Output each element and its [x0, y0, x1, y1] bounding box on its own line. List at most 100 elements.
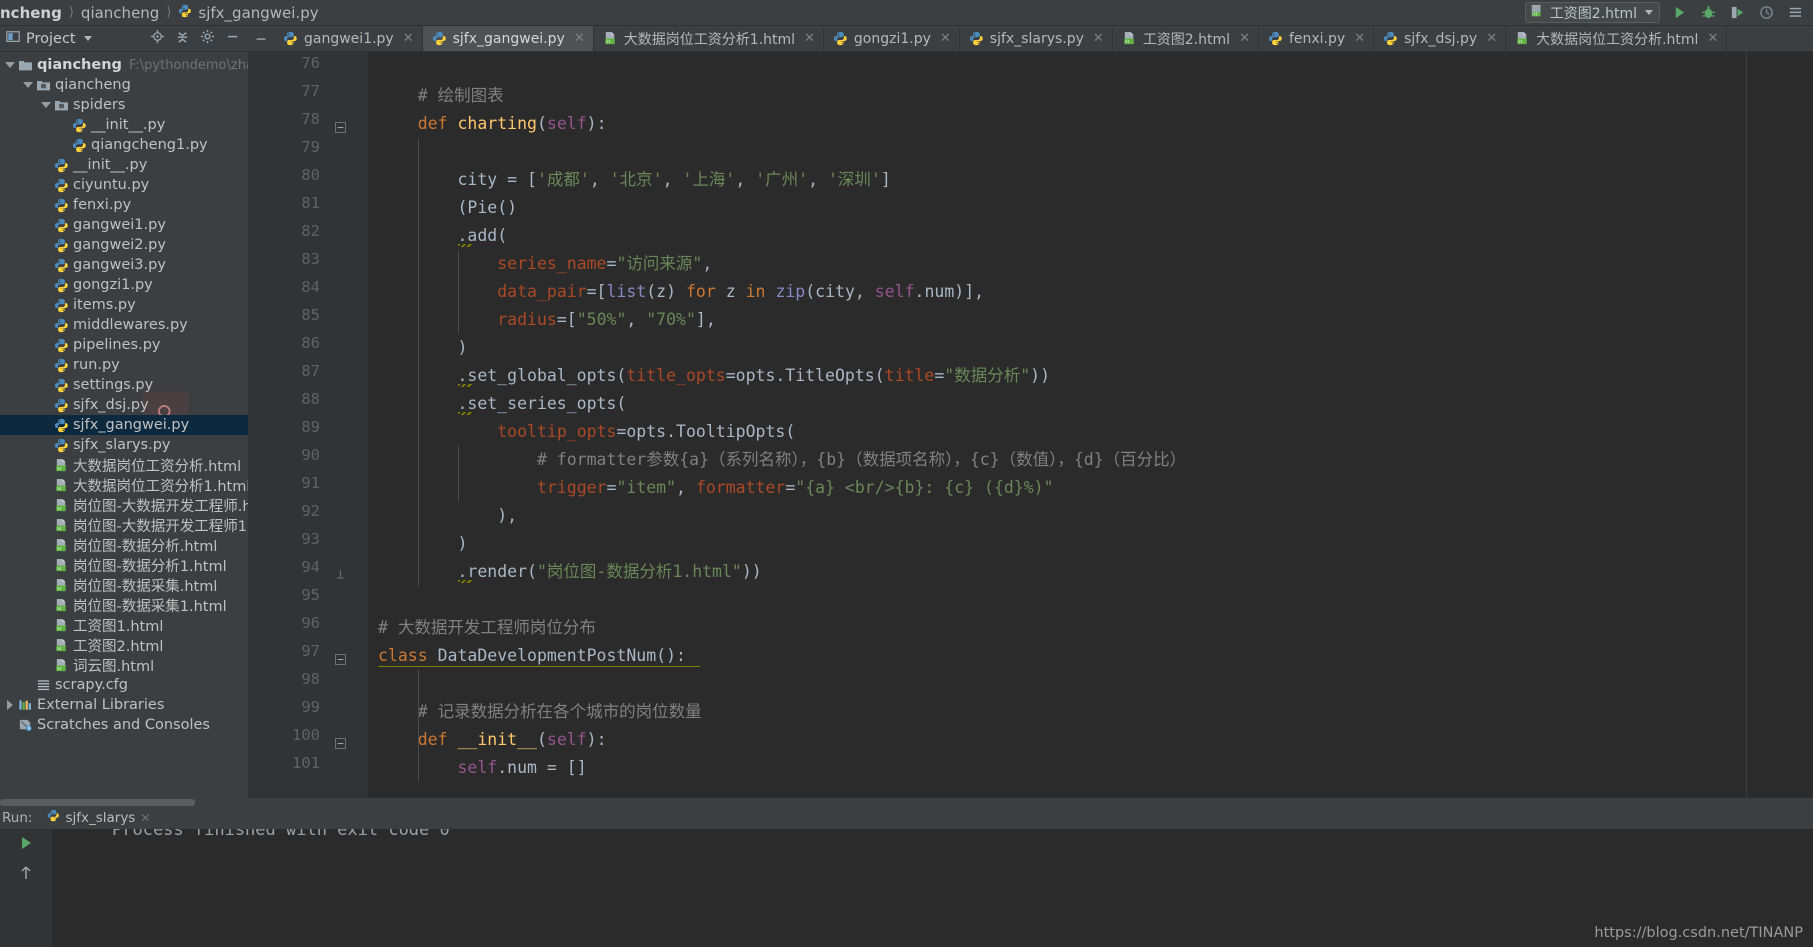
close-icon[interactable]: ✕ [1093, 31, 1104, 46]
python-file-icon [52, 158, 70, 173]
tree-item[interactable]: run.py [0, 355, 248, 375]
run-tab[interactable]: sjfx_slarys ✕ [40, 808, 157, 828]
tree-item[interactable]: __init__.py [0, 115, 248, 135]
python-file-icon [52, 238, 70, 253]
fold-marker-icon[interactable] [335, 650, 346, 665]
tree-item[interactable]: H 岗位图-数据采集.html [0, 575, 248, 595]
code-token: "{a} <br/>{b}: {c} ({d}%)" [795, 478, 1054, 497]
code-token: '广州' [755, 170, 809, 189]
tree-item[interactable]: H 大数据岗位工资分析.html [0, 455, 248, 475]
tree-item[interactable]: H 岗位图-大数据开发工程师.html [0, 495, 248, 515]
close-icon[interactable]: ✕ [1239, 31, 1250, 46]
close-icon[interactable]: ✕ [140, 811, 150, 825]
tree-item-label: sjfx_gangwei.py [73, 417, 190, 433]
tree-item[interactable]: items.py [0, 295, 248, 315]
code-token: # 记录数据分析在各个城市的岗位数量 [378, 702, 702, 721]
run-with-coverage-icon[interactable] [1727, 3, 1747, 23]
tree-item[interactable]: External Libraries [0, 695, 248, 715]
tree-item[interactable]: H 岗位图-数据采集1.html [0, 595, 248, 615]
python-file-icon [52, 198, 70, 213]
tree-item[interactable]: gangwei2.py [0, 235, 248, 255]
tree-item[interactable]: H 工资图1.html [0, 615, 248, 635]
editor-tab[interactable]: H 大数据岗位工资分析1.html ✕ [594, 26, 824, 51]
horizontal-scrollbar[interactable] [0, 797, 1813, 807]
more-options-icon[interactable] [1785, 3, 1805, 23]
fold-marker-icon[interactable] [335, 566, 346, 579]
chevron-right-icon[interactable] [4, 700, 16, 710]
code-token: city = [ [378, 170, 537, 189]
editor-tab[interactable]: sjfx_dsj.py ✕ [1374, 26, 1507, 51]
editor-tab[interactable]: H 大数据岗位工资分析.html ✕ [1506, 26, 1728, 51]
tree-item[interactable]: ciyuntu.py [0, 175, 248, 195]
editor-tab[interactable]: fenxi.py ✕ [1259, 26, 1375, 51]
tree-item[interactable]: sjfx_dsj.py [0, 395, 248, 415]
chevron-down-icon[interactable] [1645, 10, 1653, 15]
project-file-tree[interactable]: qianchengF:\pythondemo\zhaopin\qiancheng… [0, 52, 248, 798]
debug-icon[interactable] [1698, 3, 1718, 23]
chevron-down-icon[interactable] [22, 82, 34, 88]
tree-item[interactable]: qiangcheng1.py [0, 135, 248, 155]
tree-item[interactable]: qiancheng [0, 75, 248, 95]
breadcrumb-item-0[interactable]: ncheng [0, 4, 66, 22]
tree-item[interactable]: gangwei3.py [0, 255, 248, 275]
scroll-up-icon[interactable] [18, 865, 34, 885]
breadcrumb-item-1[interactable]: qiancheng [77, 4, 163, 22]
editor-tab[interactable]: gongzi1.py ✕ [824, 26, 960, 51]
close-icon[interactable]: ✕ [1486, 31, 1497, 46]
tree-item[interactable]: pipelines.py [0, 335, 248, 355]
editor-gutter[interactable]: 76 77 78 79 80 81 82 83 84 85 86 87 88 89 90 91 92 93 94 95… [248, 52, 368, 798]
breadcrumb-item-2[interactable]: sjfx_gangwei.py [174, 4, 322, 22]
tree-item[interactable]: H 岗位图-大数据开发工程师1.html [0, 515, 248, 535]
close-icon[interactable]: ✕ [403, 31, 414, 46]
tree-item[interactable]: H 岗位图-数据分析1.html [0, 555, 248, 575]
close-icon[interactable]: ✕ [940, 31, 951, 46]
tree-item-label: sjfx_slarys.py [73, 437, 171, 453]
tree-item[interactable]: H 工资图2.html [0, 635, 248, 655]
tree-item-label: Scratches and Consoles [37, 717, 210, 733]
profile-icon[interactable] [1756, 3, 1776, 23]
code-token: radius [497, 310, 557, 329]
locate-icon[interactable] [150, 29, 165, 48]
tree-item[interactable]: fenxi.py [0, 195, 248, 215]
tree-item[interactable]: H 岗位图-数据分析.html [0, 535, 248, 555]
hide-panel-icon[interactable] [225, 29, 240, 48]
fold-marker-icon[interactable] [335, 118, 346, 133]
collapse-all-icon[interactable] [175, 29, 190, 48]
editor-tab[interactable]: sjfx_slarys.py ✕ [960, 26, 1113, 51]
editor-tab[interactable]: H 工资图2.html ✕ [1113, 26, 1259, 51]
code-token: '深圳' [827, 170, 881, 189]
tree-item[interactable]: scrapy.cfg [0, 675, 248, 695]
fold-marker-icon[interactable] [335, 734, 346, 749]
rerun-icon[interactable] [18, 835, 34, 855]
console-output[interactable]: Process finished with exit code 0 [52, 829, 1813, 947]
tree-item[interactable]: gangwei1.py [0, 215, 248, 235]
code-area[interactable]: # 绘制图表 def charting(self): city = ['成都',… [368, 52, 1813, 798]
tree-item[interactable]: Scratches and Consoles [0, 715, 248, 735]
chevron-down-icon[interactable] [40, 102, 52, 108]
run-configuration-selector[interactable]: H 工资图2.html [1524, 2, 1660, 23]
editor-tab[interactable]: sjfx_gangwei.py ✕ [422, 26, 594, 51]
code-token: ] [880, 170, 891, 189]
tree-item[interactable]: settings.py [0, 375, 248, 395]
tree-item[interactable]: gongzi1.py [0, 275, 248, 295]
close-icon[interactable]: ✕ [1354, 31, 1365, 46]
tree-item[interactable]: spiders [0, 95, 248, 115]
tree-item[interactable]: H 大数据岗位工资分析1.html [0, 475, 248, 495]
tree-item[interactable]: qiancheng F:\pythondemo\zhaopin\ [0, 55, 248, 75]
run-icon[interactable] [1669, 3, 1689, 23]
close-icon[interactable]: ✕ [574, 31, 585, 46]
tree-item[interactable]: sjfx_slarys.py [0, 435, 248, 455]
close-icon[interactable]: ✕ [1707, 31, 1718, 46]
tree-item[interactable]: __init__.py [0, 155, 248, 175]
tree-item[interactable]: middlewares.py [0, 315, 248, 335]
settings-gear-icon[interactable] [200, 29, 215, 48]
editor-tab[interactable]: gangwei1.py ✕ [274, 26, 423, 51]
editor-tab-bar[interactable]: gangwei1.py ✕ sjfx_gangwei.py ✕ H 大数据岗位工资分析1.… [248, 26, 1813, 52]
tree-item[interactable]: H 词云图.html [0, 655, 248, 675]
chevron-down-icon[interactable] [4, 62, 16, 68]
tree-item[interactable]: sjfx_gangwei.py [0, 415, 248, 435]
tree-item-label: ciyuntu.py [73, 177, 150, 193]
close-icon[interactable]: ✕ [804, 31, 815, 46]
hide-tabs-icon[interactable] [248, 26, 274, 51]
chevron-down-icon[interactable] [83, 36, 92, 41]
